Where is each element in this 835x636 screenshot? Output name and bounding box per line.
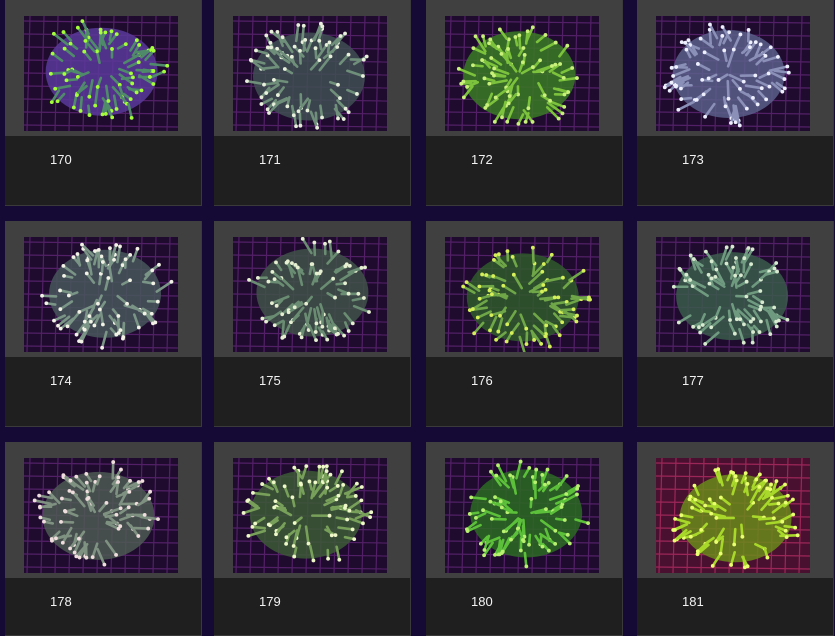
gallery-tile[interactable]: 171 bbox=[214, 0, 411, 206]
coral-image bbox=[656, 458, 810, 573]
coral-thumbnail[interactable] bbox=[445, 458, 599, 573]
coral-thumbnail[interactable] bbox=[656, 458, 810, 573]
coral-image bbox=[445, 237, 599, 352]
gallery-tile[interactable]: 176 bbox=[426, 221, 623, 427]
coral-image bbox=[233, 458, 387, 573]
item-number: 178 bbox=[50, 594, 72, 610]
gallery-tile[interactable]: 177 bbox=[637, 221, 834, 427]
coral-thumbnail[interactable] bbox=[445, 16, 599, 131]
coral-image bbox=[24, 458, 178, 573]
coral-thumbnail[interactable] bbox=[656, 237, 810, 352]
thumbnail-frame bbox=[214, 0, 410, 136]
thumbnail-frame bbox=[637, 221, 833, 357]
thumbnail-frame bbox=[5, 0, 201, 136]
coral-thumbnail[interactable] bbox=[656, 16, 810, 131]
coral-thumbnail[interactable] bbox=[233, 237, 387, 352]
item-number: 181 bbox=[682, 594, 704, 610]
item-number: 176 bbox=[471, 373, 493, 389]
gallery-tile[interactable]: 170 bbox=[5, 0, 202, 206]
image-gallery-grid: 170 171 172 173 174 175 176 bbox=[0, 0, 835, 635]
coral-image bbox=[445, 16, 599, 131]
coral-image bbox=[445, 458, 599, 573]
item-number: 172 bbox=[471, 152, 493, 168]
thumbnail-frame bbox=[426, 442, 622, 578]
coral-image bbox=[233, 16, 387, 131]
coral-thumbnail[interactable] bbox=[24, 16, 178, 131]
thumbnail-frame bbox=[637, 0, 833, 136]
thumbnail-frame bbox=[5, 221, 201, 357]
coral-image bbox=[656, 237, 810, 352]
item-number: 170 bbox=[50, 152, 72, 168]
item-number: 177 bbox=[682, 373, 704, 389]
thumbnail-frame bbox=[5, 442, 201, 578]
coral-thumbnail[interactable] bbox=[24, 458, 178, 573]
gallery-tile[interactable]: 181 bbox=[637, 442, 834, 636]
gallery-tile[interactable]: 178 bbox=[5, 442, 202, 636]
coral-thumbnail[interactable] bbox=[24, 237, 178, 352]
thumbnail-frame bbox=[214, 442, 410, 578]
gallery-tile[interactable]: 175 bbox=[214, 221, 411, 427]
item-number: 179 bbox=[259, 594, 281, 610]
coral-image bbox=[24, 237, 178, 352]
item-number: 175 bbox=[259, 373, 281, 389]
item-number: 173 bbox=[682, 152, 704, 168]
item-number: 171 bbox=[259, 152, 281, 168]
coral-thumbnail[interactable] bbox=[445, 237, 599, 352]
thumbnail-frame bbox=[426, 221, 622, 357]
thumbnail-frame bbox=[637, 442, 833, 578]
gallery-tile[interactable]: 174 bbox=[5, 221, 202, 427]
gallery-tile[interactable]: 179 bbox=[214, 442, 411, 636]
item-number: 180 bbox=[471, 594, 493, 610]
gallery-tile[interactable]: 180 bbox=[426, 442, 623, 636]
coral-thumbnail[interactable] bbox=[233, 16, 387, 131]
thumbnail-frame bbox=[426, 0, 622, 136]
thumbnail-frame bbox=[214, 221, 410, 357]
coral-thumbnail[interactable] bbox=[233, 458, 387, 573]
item-number: 174 bbox=[50, 373, 72, 389]
gallery-tile[interactable]: 172 bbox=[426, 0, 623, 206]
gallery-tile[interactable]: 173 bbox=[637, 0, 834, 206]
coral-image bbox=[24, 16, 178, 131]
coral-image bbox=[656, 16, 810, 131]
coral-image bbox=[233, 237, 387, 352]
